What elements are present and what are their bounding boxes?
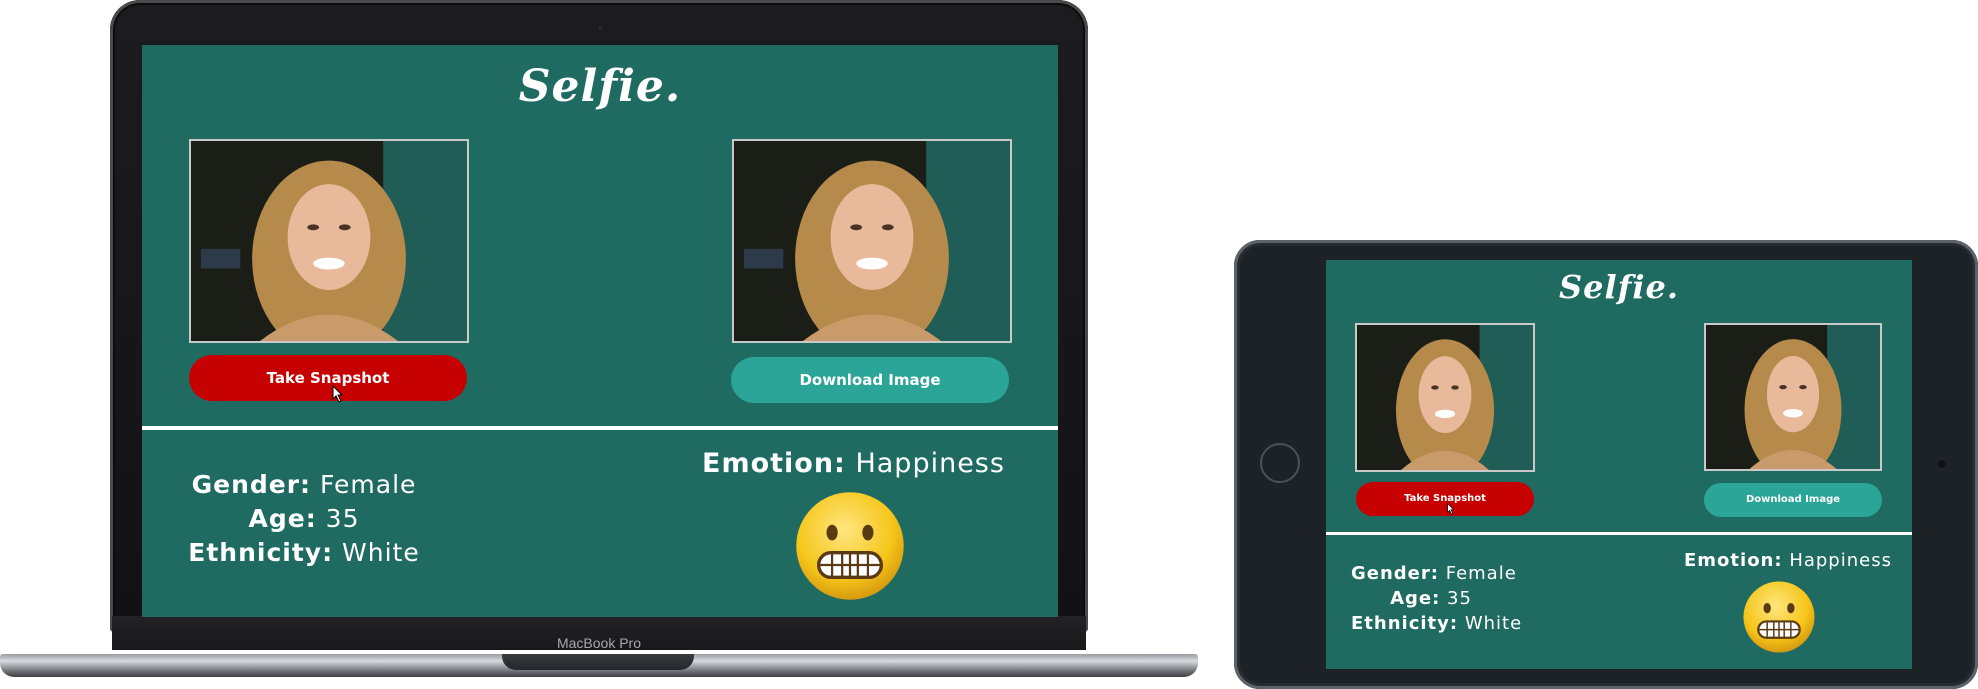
age-row: Age: 35 xyxy=(184,502,424,536)
age-row: Age: 35 xyxy=(1351,586,1511,611)
ethnicity-row: Ethnicity: White xyxy=(1351,611,1521,636)
emotion-value: Happiness xyxy=(1789,550,1892,571)
ethnicity-label: Ethnicity: xyxy=(188,538,334,567)
tablet-camera-icon xyxy=(1938,460,1946,468)
ethnicity-value: White xyxy=(342,538,420,567)
emotion-label: Emotion: xyxy=(1684,550,1783,571)
portrait-image xyxy=(734,141,1010,341)
age-value: 35 xyxy=(1447,588,1472,609)
laptop-screen: Selfie. Take Snapshot Download Image Gen… xyxy=(142,45,1058,617)
gender-value: Female xyxy=(320,470,417,499)
emotion-label: Emotion: xyxy=(702,448,846,479)
webcam-feed xyxy=(189,139,469,343)
selfie-app-desktop: Selfie. Take Snapshot Download Image Gen… xyxy=(142,45,1058,617)
laptop-chin xyxy=(112,616,1086,650)
age-label: Age: xyxy=(248,504,317,533)
home-button-icon[interactable] xyxy=(1260,443,1300,483)
captured-image xyxy=(732,139,1012,343)
emotion-row: Emotion: Happiness xyxy=(702,448,1005,479)
portrait-image xyxy=(1357,325,1533,470)
laptop-notch xyxy=(502,654,694,670)
demographics-panel: Gender: Female Age: 35 Ethnicity: White xyxy=(1351,561,1521,636)
portrait-image xyxy=(1706,325,1880,469)
captured-image xyxy=(1704,323,1882,471)
gender-label: Gender: xyxy=(191,470,312,499)
selfie-app-tablet: Selfie. Take Snapshot Download Image Gen… xyxy=(1326,260,1912,669)
webcam-feed xyxy=(1355,323,1535,472)
download-image-button[interactable]: Download Image xyxy=(1704,483,1882,517)
gender-value: Female xyxy=(1445,563,1517,584)
gender-label: Gender: xyxy=(1351,563,1439,584)
emotion-row: Emotion: Happiness xyxy=(1684,550,1892,571)
mouse-cursor-icon xyxy=(332,385,344,403)
download-image-button[interactable]: Download Image xyxy=(731,357,1009,403)
tablet-screen: Selfie. Take Snapshot Download Image Gen… xyxy=(1326,260,1912,669)
demographics-panel: Gender: Female Age: 35 Ethnicity: White xyxy=(184,468,424,570)
mouse-cursor-icon xyxy=(1447,503,1455,515)
take-snapshot-button[interactable]: Take Snapshot xyxy=(189,355,467,401)
age-label: Age: xyxy=(1390,588,1441,609)
laptop-camera-icon xyxy=(597,24,604,31)
app-title: Selfie. xyxy=(1558,268,1680,306)
take-snapshot-button[interactable]: Take Snapshot xyxy=(1356,482,1534,516)
ethnicity-row: Ethnicity: White xyxy=(184,536,424,570)
age-value: 35 xyxy=(325,504,360,533)
section-divider xyxy=(1326,532,1912,535)
ethnicity-label: Ethnicity: xyxy=(1351,613,1459,634)
grimacing-face-icon xyxy=(1743,581,1815,653)
emotion-value: Happiness xyxy=(855,448,1005,479)
app-title: Selfie. xyxy=(518,61,682,112)
section-divider xyxy=(142,426,1058,430)
gender-row: Gender: Female xyxy=(1351,561,1516,586)
grimacing-face-icon xyxy=(796,492,904,600)
gender-row: Gender: Female xyxy=(184,468,424,502)
portrait-image xyxy=(191,141,467,341)
ethnicity-value: White xyxy=(1464,613,1523,634)
